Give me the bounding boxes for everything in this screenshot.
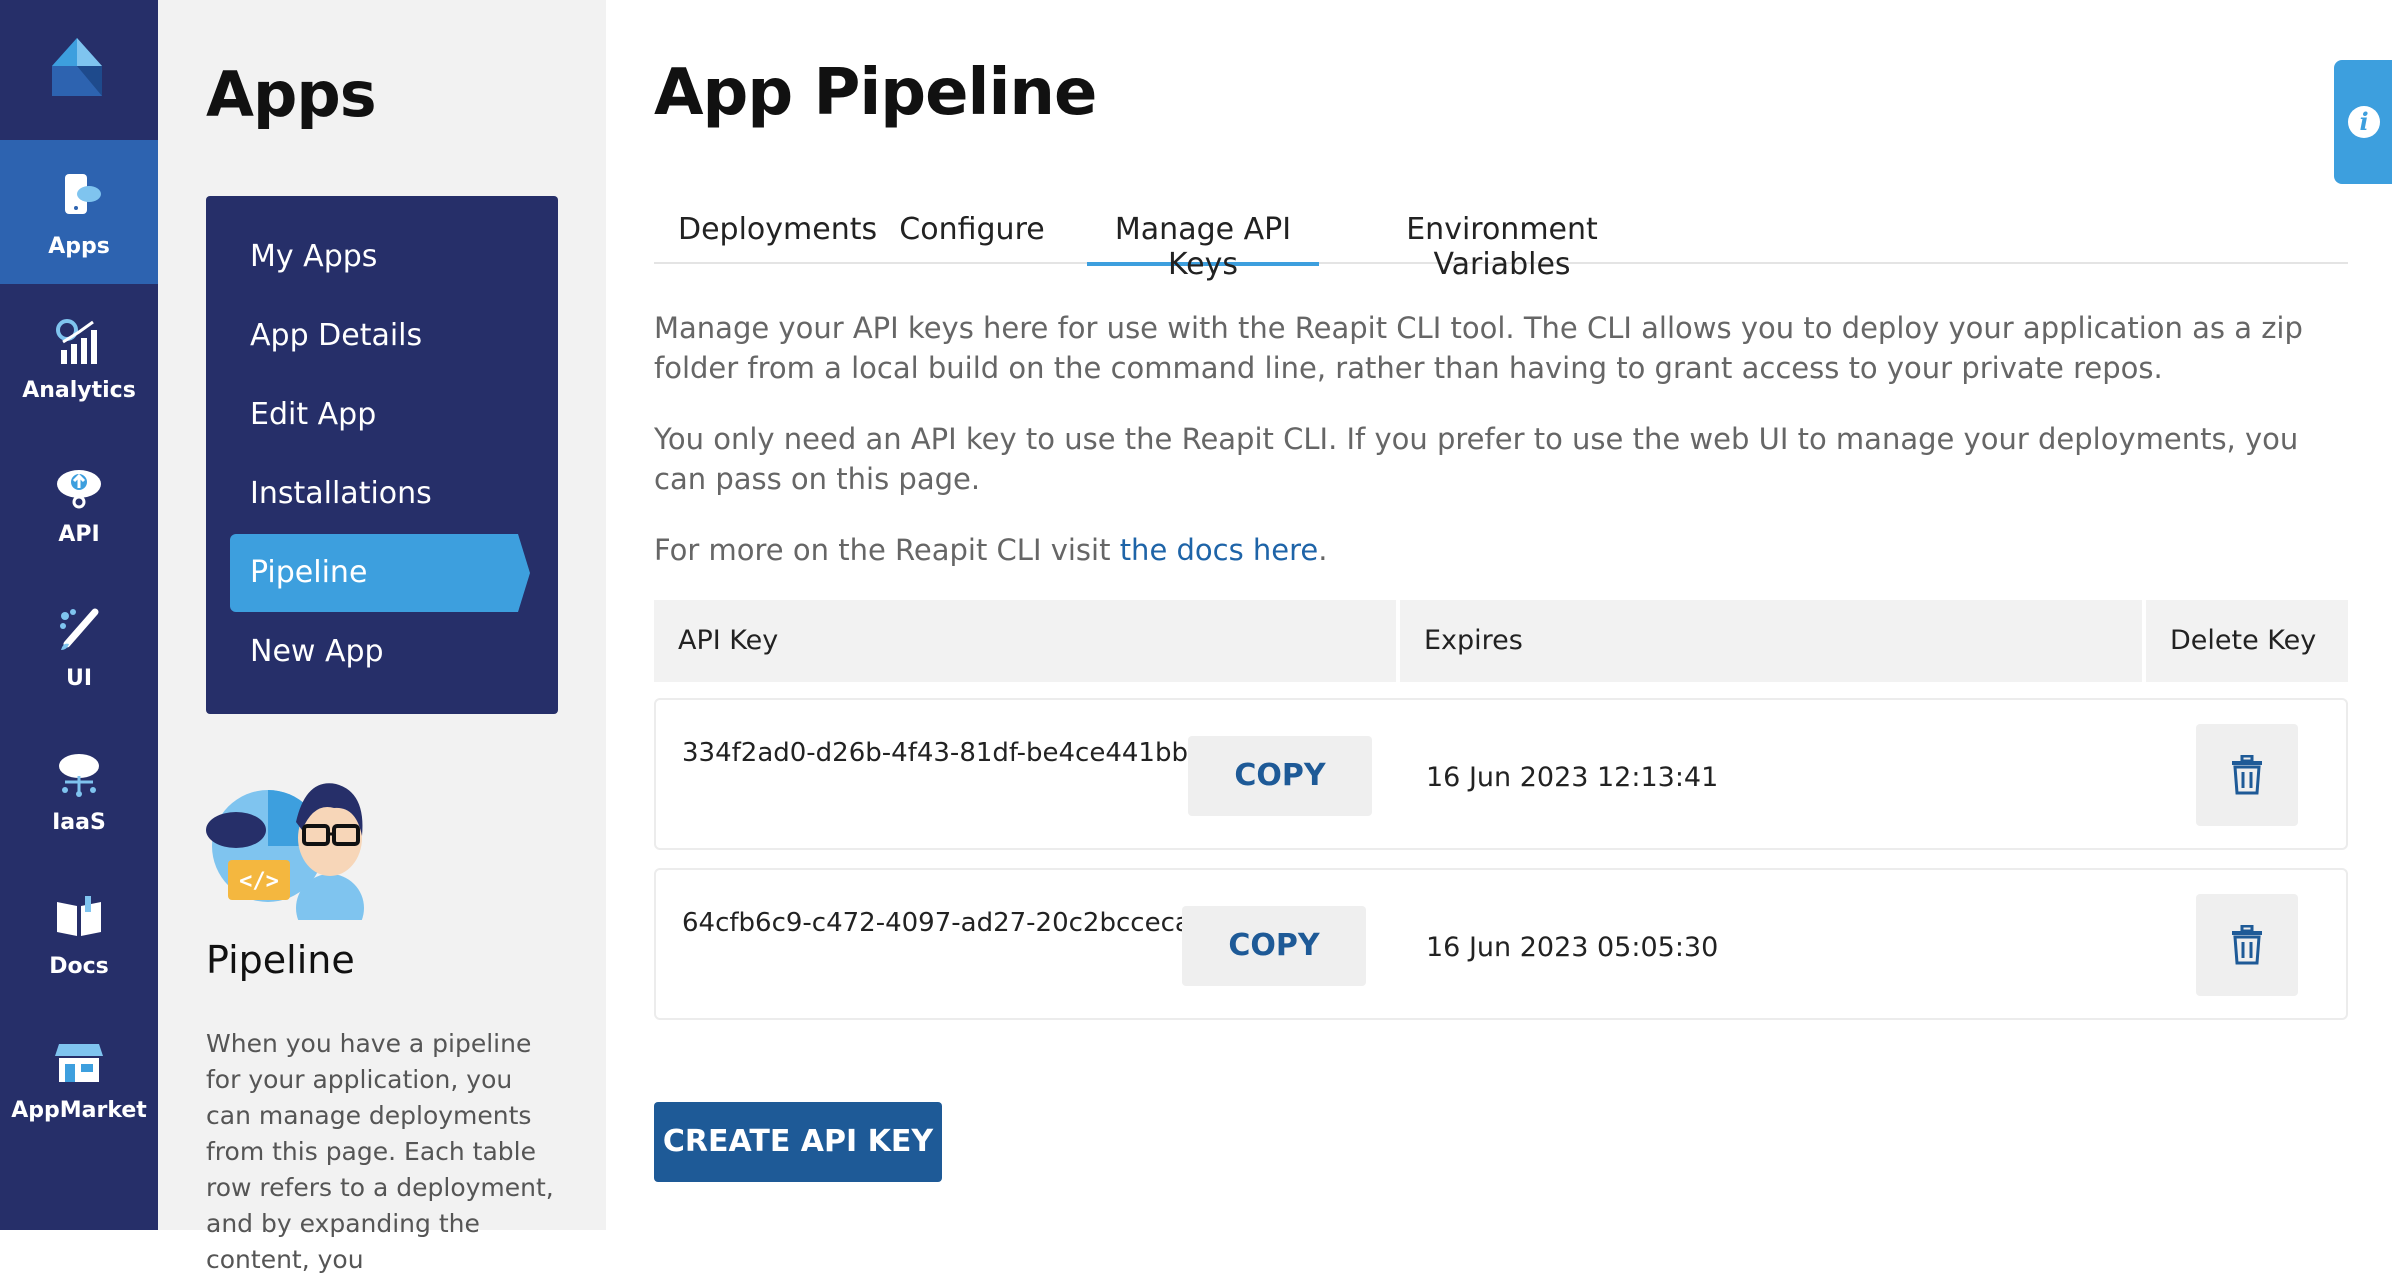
menu-item-my-apps[interactable]: My Apps xyxy=(250,218,377,296)
panel-title: Apps xyxy=(206,58,377,131)
docs-link[interactable]: the docs here xyxy=(1120,533,1319,567)
nav-label: Apps xyxy=(48,234,110,259)
api-key-value: 334f2ad0-d26b-4f43-81df-be4ce441bb0e xyxy=(682,738,1221,768)
menu-item-new-app[interactable]: New App xyxy=(250,613,384,691)
tab-configure[interactable]: Configure xyxy=(888,212,1056,262)
book-icon xyxy=(57,896,101,936)
developer-illustration: </> xyxy=(206,783,364,920)
apps-menu: My Apps App Details Edit App Installatio… xyxy=(206,196,558,714)
expires-value: 16 Jun 2023 05:05:30 xyxy=(1426,932,1719,963)
panel-description: When you have a pipeline for your applic… xyxy=(206,1029,554,1274)
nav-item-apps[interactable]: Apps xyxy=(0,140,158,284)
nav-item-api[interactable]: API xyxy=(0,428,158,572)
menu-item-app-details[interactable]: App Details xyxy=(250,297,422,375)
nav-label: Docs xyxy=(49,954,109,979)
cloud-api-icon xyxy=(57,470,101,509)
column-header-api-key: API Key xyxy=(654,600,1396,682)
menu-item-installations[interactable]: Installations xyxy=(250,455,432,533)
secondary-panel: Apps My Apps App Details Edit App Instal… xyxy=(158,0,606,1274)
delete-key-button[interactable] xyxy=(2196,724,2298,826)
paintbrush-icon xyxy=(60,608,99,650)
menu-item-pipeline[interactable]: Pipeline xyxy=(250,534,367,612)
menu-item-edit-app[interactable]: Edit App xyxy=(250,376,376,454)
nav-label: IaaS xyxy=(52,810,106,835)
create-api-key-button[interactable]: CREATE API KEY xyxy=(654,1102,942,1182)
nav-item-appmarket[interactable]: AppMarket xyxy=(0,1004,158,1148)
nav-label: AppMarket xyxy=(11,1098,147,1123)
table-row: 64cfb6c9-c472-4097-ad27-20c2bcceca49 COP… xyxy=(654,868,2348,1020)
info-icon: i xyxy=(2348,106,2380,138)
nav-label: UI xyxy=(65,666,93,691)
nav-label: API xyxy=(58,522,100,547)
mobile-cloud-icon xyxy=(65,174,101,214)
reapit-logo[interactable] xyxy=(44,30,110,102)
nav-item-docs[interactable]: Docs xyxy=(0,860,158,1004)
delete-key-button[interactable] xyxy=(2196,894,2298,996)
trash-icon xyxy=(2232,755,2262,795)
info-panel-toggle[interactable]: i xyxy=(2334,60,2392,184)
docs-prefix: For more on the Reapit CLI visit xyxy=(654,533,1120,567)
analytics-icon xyxy=(56,319,97,364)
tab-environment-variables[interactable]: Environment Variables xyxy=(1350,212,1654,282)
intro-paragraph: Manage your API keys here for use with t… xyxy=(654,311,2303,385)
table-header: API Key Expires Delete Key xyxy=(654,600,2348,682)
main-content: App Pipeline Deployments Configure Manag… xyxy=(654,0,2348,1230)
cloud-network-icon xyxy=(59,754,99,797)
copy-button[interactable]: COPY xyxy=(1188,736,1372,816)
column-header-delete-key: Delete Key xyxy=(2146,600,2348,682)
column-header-expires: Expires xyxy=(1400,600,2142,682)
info-paragraph: You only need an API key to use the Reap… xyxy=(654,422,2299,496)
docs-paragraph: For more on the Reapit CLI visit the doc… xyxy=(654,530,2348,570)
storefront-icon xyxy=(55,1044,103,1082)
nav-item-iaas[interactable]: IaaS xyxy=(0,716,158,860)
tab-bar: Deployments Configure Manage API Keys En… xyxy=(654,204,2348,282)
main-nav: Apps Analytics API UI IaaS Docs AppMarke… xyxy=(0,0,158,1230)
copy-button[interactable]: COPY xyxy=(1182,906,1366,986)
nav-label: Analytics xyxy=(22,378,136,403)
panel-subtitle: Pipeline xyxy=(206,938,355,982)
page-title: App Pipeline xyxy=(654,56,1097,130)
tab-manage-api-keys[interactable]: Manage API Keys xyxy=(1087,212,1319,282)
table-row: 334f2ad0-d26b-4f43-81df-be4ce441bb0e COP… xyxy=(654,698,2348,850)
api-key-value: 64cfb6c9-c472-4097-ad27-20c2bcceca49 xyxy=(682,908,1224,938)
docs-suffix: . xyxy=(1318,533,1328,567)
tab-deployments[interactable]: Deployments xyxy=(678,212,877,262)
trash-icon xyxy=(2232,925,2262,965)
nav-item-analytics[interactable]: Analytics xyxy=(0,284,158,428)
nav-item-ui[interactable]: UI xyxy=(0,572,158,716)
expires-value: 16 Jun 2023 12:13:41 xyxy=(1426,762,1719,793)
svg-text:</>: </> xyxy=(239,869,279,894)
